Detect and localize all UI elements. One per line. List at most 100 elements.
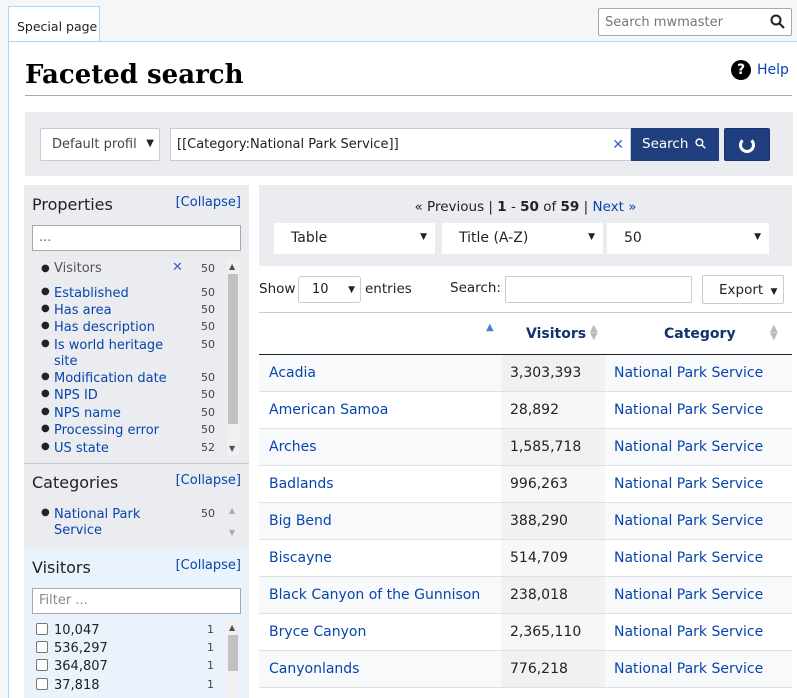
scroll-thumb[interactable] (228, 635, 238, 671)
collapse-link[interactable]: [Collapse] (176, 473, 241, 488)
table-row: Big Bend 388,290 National Park Service (259, 503, 792, 540)
property-label[interactable]: NPS name (54, 406, 184, 422)
park-link[interactable]: Arches (269, 439, 317, 455)
entries-length-select[interactable]: 10 ▼ (298, 276, 361, 303)
results-table: ▲ Visitors ▲ ▼ Category ▲ ▼ Acadia 3,303,3… (259, 312, 792, 688)
clear-icon[interactable]: ✕ (612, 137, 624, 153)
query-input[interactable]: [[Category:National Park Service]] ✕ (170, 128, 631, 161)
value-label: 10,047 (54, 623, 100, 638)
category-link[interactable]: National Park Service (614, 624, 763, 640)
checkbox[interactable] (36, 641, 48, 653)
sort-select[interactable]: Title (A-Z) ▼ (442, 223, 603, 254)
category-link[interactable]: National Park Service (614, 365, 763, 381)
list-item[interactable]: ● Processing error 50 (24, 423, 249, 441)
park-link[interactable]: Big Bend (269, 513, 332, 529)
list-item[interactable]: ● NPS ID 50 (24, 388, 249, 406)
tab-special-page[interactable]: Special page (8, 6, 100, 42)
scroll-thumb[interactable] (228, 274, 238, 424)
table-search-input[interactable] (505, 276, 692, 303)
column-header-visitors[interactable]: Visitors (526, 326, 586, 342)
property-label[interactable]: Established (54, 286, 184, 302)
property-list-scrollbar[interactable]: ▲ ▼ (227, 260, 239, 456)
remove-icon[interactable]: ✕ (172, 260, 183, 275)
format-select[interactable]: Table ▼ (274, 223, 435, 254)
refresh-button[interactable] (724, 128, 770, 161)
visitors-list-scrollbar[interactable]: ▲ (227, 621, 239, 698)
scroll-down-icon[interactable]: ▼ (229, 444, 235, 453)
category-link[interactable]: National Park Service (614, 402, 763, 418)
previous-link[interactable]: « Previous (415, 199, 485, 215)
column-header-category[interactable]: Category (664, 326, 736, 342)
profile-select[interactable]: Default profile ▼ (40, 128, 160, 161)
checkbox[interactable] (36, 659, 48, 671)
park-link[interactable]: Canyonlands (269, 661, 359, 677)
help-label[interactable]: Help (757, 62, 789, 78)
list-item[interactable]: ● National Park Service 50 (24, 507, 249, 541)
sort-asc-icon[interactable]: ▲ (486, 323, 494, 333)
park-link[interactable]: American Samoa (269, 402, 388, 418)
visitors-cell: 514,709 (510, 550, 568, 566)
site-search-input[interactable] (599, 9, 759, 35)
park-link[interactable]: Biscayne (269, 550, 332, 566)
title-divider (25, 95, 792, 96)
list-item[interactable]: 37,818 1 (24, 678, 249, 696)
category-link[interactable]: National Park Service (614, 439, 763, 455)
help-link[interactable]: ? Help (731, 60, 789, 80)
category-link[interactable]: National Park Service (614, 476, 763, 492)
list-item[interactable]: ● Has description 50 (24, 320, 249, 338)
property-label[interactable]: Has description (54, 320, 184, 336)
site-search-box[interactable] (598, 8, 792, 36)
sort-icon[interactable]: ▲ ▼ (770, 324, 778, 342)
collapse-link[interactable]: [Collapse] (176, 195, 241, 210)
property-label[interactable]: Modification date (54, 371, 194, 387)
list-item[interactable]: ● Has area 50 (24, 303, 249, 320)
list-item[interactable]: 536,297 1 (24, 641, 249, 659)
search-icon[interactable] (770, 14, 785, 33)
property-label[interactable]: Has area (54, 303, 184, 319)
next-link[interactable]: Next » (592, 199, 636, 215)
property-filter-input[interactable]: ... (32, 225, 241, 251)
category-link[interactable]: National Park Service (614, 550, 763, 566)
list-item[interactable]: 10,047 1 (24, 623, 249, 641)
list-item[interactable]: ● Is world heritage site 50 (24, 338, 249, 371)
scroll-up-icon[interactable]: ▲ (229, 262, 235, 271)
scroll-down-icon[interactable]: ▼ (229, 528, 235, 537)
list-item[interactable]: ● NPS name 50 (24, 406, 249, 423)
park-link[interactable]: Black Canyon of the Gunnison (269, 587, 480, 603)
visitors-filter-input[interactable]: Filter ... (32, 588, 241, 614)
property-label[interactable]: US state (54, 441, 184, 457)
table-row: American Samoa 28,892 National Park Serv… (259, 392, 792, 429)
facet-title: Categories (32, 473, 119, 492)
collapse-link[interactable]: [Collapse] (176, 558, 241, 573)
search-button[interactable]: Search (631, 128, 719, 161)
property-label[interactable]: NPS ID (54, 388, 184, 404)
sort-icon[interactable]: ▲ ▼ (590, 324, 598, 342)
property-label[interactable]: Is world heritage site (54, 338, 169, 370)
sort-select-value: Title (A-Z) (459, 230, 529, 246)
search-icon (695, 138, 706, 149)
scroll-up-icon[interactable]: ▲ (229, 623, 235, 632)
question-circle-icon[interactable]: ? (731, 60, 751, 80)
visitors-cell: 996,263 (510, 476, 568, 492)
results-options: « Previous | 1 - 50 of 59 | Next » Table… (259, 185, 792, 266)
checkbox[interactable] (36, 623, 48, 635)
list-item[interactable]: ● Established 50 (24, 286, 249, 303)
scroll-up-icon[interactable]: ▲ (229, 506, 235, 515)
park-link[interactable]: Badlands (269, 476, 334, 492)
visitors-cell: 1,585,718 (510, 439, 582, 455)
property-label[interactable]: Processing error (54, 423, 184, 439)
list-item[interactable]: 364,807 1 (24, 659, 249, 678)
list-item[interactable]: ● US state 52 (24, 441, 249, 458)
category-link[interactable]: National Park Service (614, 661, 763, 677)
list-item[interactable]: ● Modification date 50 (24, 371, 249, 388)
category-label[interactable]: National Park Service (54, 507, 154, 539)
category-list-scrollbar[interactable]: ▲ ▼ (227, 504, 239, 542)
export-button[interactable]: Export ▼ (702, 275, 784, 304)
park-link[interactable]: Acadia (269, 365, 316, 381)
checkbox[interactable] (36, 678, 48, 690)
category-link[interactable]: National Park Service (614, 513, 763, 529)
list-item[interactable]: ● Visitors ✕ 50 (24, 260, 249, 286)
category-link[interactable]: National Park Service (614, 587, 763, 603)
limit-select[interactable]: 50 ▼ (607, 223, 769, 254)
park-link[interactable]: Bryce Canyon (269, 624, 366, 640)
